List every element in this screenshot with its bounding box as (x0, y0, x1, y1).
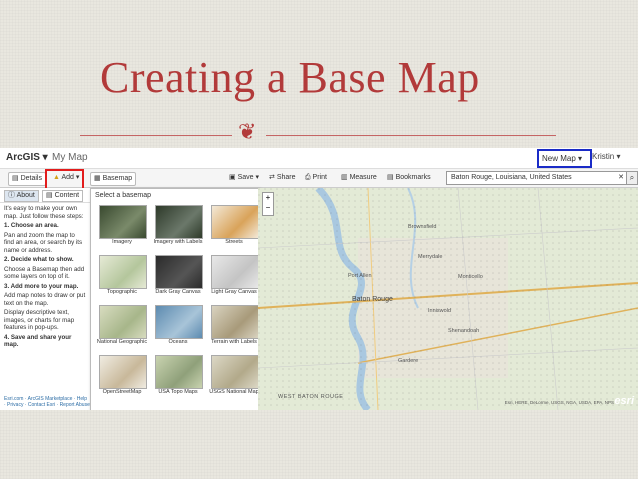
details-label: Details (20, 175, 42, 182)
basemap-thumb-imagery-with-labels[interactable] (155, 205, 203, 239)
basemap-label-dark-gray-canvas: Dark Gray Canvas (155, 289, 201, 295)
tab-content[interactable]: ▤ Content (42, 190, 84, 202)
basemap-label-national-geographic: National Geographic (96, 339, 148, 345)
basemap-thumb-topographic[interactable] (99, 255, 147, 289)
print-button[interactable]: ⎙ Print (302, 172, 330, 184)
title-rule-left (80, 135, 232, 136)
tab-about-label: About (16, 192, 35, 199)
map-label-monticello: Monticello (458, 274, 483, 280)
basemap-label-usgs-national-map: USGS National Map (209, 389, 259, 395)
save-label: Save ▾ (237, 174, 259, 181)
user-menu[interactable]: Kristin ▾ (592, 152, 620, 161)
zoom-control[interactable]: + − (262, 192, 274, 216)
zoom-out-icon[interactable]: − (263, 203, 273, 213)
basemap-icon: ▦ (94, 175, 103, 182)
map-title: My Map (52, 152, 88, 163)
map-label-west-baton-rouge: WEST BATON ROUGE (278, 394, 344, 400)
map-canvas (258, 188, 638, 410)
esri-logo: esri (614, 395, 634, 407)
search-input[interactable]: Baton Rouge, Louisiana, United States ✕ (446, 171, 628, 185)
basemap-label: Basemap (102, 175, 133, 182)
search-icon[interactable]: ⌕ (626, 171, 638, 185)
share-icon: ⇄ (269, 174, 277, 181)
basemap-label-oceans: Oceans (168, 339, 188, 345)
save-button[interactable]: ▣ Save ▾ (226, 172, 262, 184)
step-1-text: Pan and zoom the map to find an area, or… (4, 231, 83, 254)
step-1-heading: 1. Choose an area. (4, 222, 59, 229)
basemap-thumb-usa-topo-maps[interactable] (155, 355, 203, 389)
map-label-baton-rouge: Baton Rouge (352, 296, 393, 303)
basemap-thumb-national-geographic[interactable] (99, 305, 147, 339)
map-label-brownsfield: Brownsfield (408, 224, 437, 230)
basemap-label-openstreetmap: OpenStreetMap (102, 389, 142, 395)
new-map-button[interactable]: New Map ▾ (537, 149, 592, 168)
measure-icon: ▥ (341, 174, 350, 181)
share-label: Share (276, 174, 296, 181)
measure-button[interactable]: ▥ Measure (338, 172, 380, 184)
basemap-gallery-title: Select a basemap (95, 192, 152, 199)
arcgis-screenshot: ArcGIS ▾ My Map New Map ▾ Kristin ▾ ▤ De… (0, 148, 638, 410)
top-bar: ArcGIS ▾ My Map New Map ▾ Kristin ▾ (0, 148, 638, 169)
basemap-label-imagery: Imagery (112, 239, 132, 245)
basemap-button[interactable]: ▦ Basemap (90, 172, 137, 186)
basemap-label-usa-topo-maps: USA Topo Maps (158, 389, 198, 395)
bookmarks-button[interactable]: ▤ Bookmarks (384, 172, 434, 184)
sidebar: ⓘ About ▤ Content It's easy to make your… (0, 188, 91, 410)
map-label-merrydale: Merrydale (418, 254, 443, 260)
basemap-thumb-dark-gray-canvas[interactable] (155, 255, 203, 289)
search-value: Baton Rouge, Louisiana, United States (451, 174, 572, 181)
basemap-label-light-gray-canvas: Light Gray Canvas (211, 289, 257, 295)
tab-about[interactable]: ⓘ About (4, 190, 39, 202)
sidebar-tabs: ⓘ About ▤ Content (0, 188, 90, 203)
title-rule-right (266, 135, 556, 136)
map-view[interactable]: + − Baton Rouge Brownsfield Merrydale Mo… (258, 188, 638, 410)
basemap-gallery: Select a basemap Imagery Imagery with Lab… (90, 188, 260, 410)
step-3-text-2: Display descriptive text, images, or cha… (4, 309, 75, 331)
basemap-thumb-usgs-national-map[interactable] (211, 355, 259, 389)
zoom-in-icon[interactable]: + (263, 193, 273, 203)
measure-label: Measure (349, 174, 377, 181)
step-4-heading: 4. Save and share your map. (4, 333, 72, 349)
details-icon: ▤ (12, 175, 21, 182)
basemap-label-streets: Streets (225, 239, 243, 245)
print-label: Print (312, 174, 327, 181)
intro-text: It's easy to make your own map. Just fol… (4, 205, 84, 220)
bookmarks-label: Bookmarks (395, 174, 431, 181)
step-3-heading: 3. Add more to your map. (4, 282, 79, 290)
about-icon: ⓘ (8, 192, 17, 199)
add-highlight-box (45, 169, 84, 190)
sidebar-footer-links[interactable]: Esri.com · ArcGIS Marketplace · Help · P… (4, 396, 90, 408)
basemap-thumb-imagery[interactable] (99, 205, 147, 239)
step-2-heading: 2. Decide what to show. (4, 256, 74, 263)
map-label-gardere: Gardere (398, 358, 419, 364)
basemap-label-topographic: Topographic (107, 289, 137, 295)
basemap-thumb-oceans[interactable] (155, 305, 203, 339)
basemap-thumb-light-gray-canvas[interactable] (211, 255, 259, 289)
basemap-label-imagery-with-labels: Imagery with Labels (153, 239, 203, 245)
print-icon: ⎙ (305, 174, 313, 181)
map-label-shenandoah: Shenandoah (448, 328, 480, 334)
bookmarks-icon: ▤ (387, 174, 396, 181)
basemap-thumb-openstreetmap[interactable] (99, 355, 147, 389)
basemap-thumb-terrain-with-labels[interactable] (211, 305, 259, 339)
basemap-label-terrain-with-labels: Terrain with Labels (211, 339, 257, 345)
toolbar: ▤ Details ▲ Add ▾ ▦ Basemap ▣ Save ▾ ⇄ S… (0, 169, 638, 190)
terrain-texture (258, 188, 638, 410)
tab-content-label: Content (54, 192, 80, 199)
flourish-icon: ❦ (238, 120, 257, 145)
save-icon: ▣ (229, 174, 238, 181)
step-3-text: Add map notes to draw or put text on the… (4, 292, 86, 307)
step-2-text: Choose a Basemap then add some layers on… (4, 265, 85, 281)
map-label-inniswold: Inniswold (428, 308, 451, 314)
details-button[interactable]: ▤ Details (8, 172, 46, 186)
map-attribution: Esri, HERE, DeLorme, USGS, NGA, USDA, EP… (504, 400, 614, 405)
share-button[interactable]: ⇄ Share (266, 172, 299, 184)
slide-title: Creating a Base Map (100, 53, 480, 102)
arcgis-menu[interactable]: ArcGIS ▾ (6, 152, 48, 163)
clear-search-icon[interactable]: ✕ (618, 172, 624, 184)
content-icon: ▤ (46, 192, 55, 199)
map-label-port-allen: Port Allen (348, 273, 372, 279)
basemap-thumb-streets[interactable] (211, 205, 259, 239)
